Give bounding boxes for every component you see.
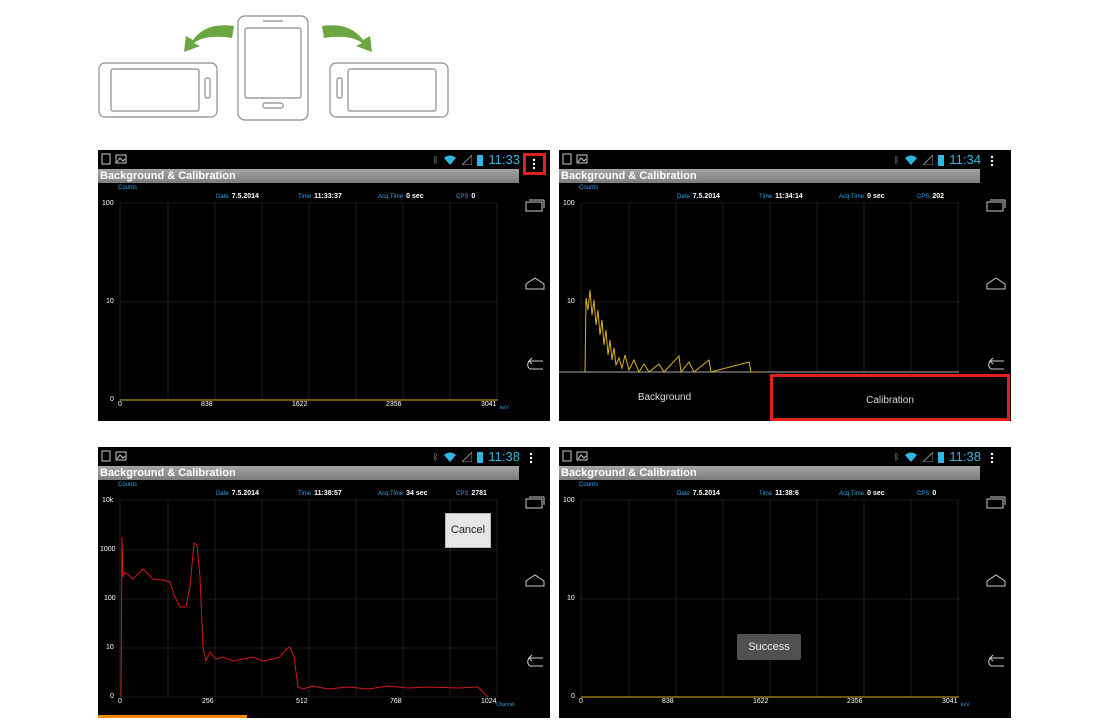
x-tick: 3041 (942, 698, 958, 705)
y-tick: 0 (110, 396, 114, 403)
acq-time-field: Acq.Time 0 sec (839, 193, 885, 200)
y-tick: 100 (563, 200, 575, 207)
menu-item-calibration[interactable]: Calibration (770, 374, 1010, 421)
date-field: Date 7.5.2014 (677, 193, 720, 200)
y-tick: 10 (106, 298, 114, 305)
y-tick: 10 (567, 298, 575, 305)
screen-1-idle: ᛒ 11:33 Background & Calibration Counts D… (98, 150, 550, 421)
options-menu: Background Calibration (559, 374, 1010, 421)
time-field: Time 11:38:57 (298, 490, 342, 497)
menu-item-background[interactable]: Background (559, 374, 770, 421)
cps-field: CPS 2781 (456, 490, 487, 497)
x-tick: 512 (296, 698, 308, 705)
x-tick: 256 (202, 698, 214, 705)
counts-label: Counts (579, 482, 599, 488)
spectrum-chart (119, 499, 498, 698)
x-tick: 1024 (481, 698, 497, 705)
success-toast: Success (737, 634, 801, 660)
y-tick: 10 (567, 595, 575, 602)
date-field: Date 7.5.2014 (216, 490, 259, 497)
y-tick: 1000 (100, 546, 116, 553)
screen-2-menu: ᛒ 11:34 Background & Calibration Counts D… (559, 150, 1011, 421)
y-tick: 0 (571, 693, 575, 700)
x-unit: keV (500, 405, 509, 411)
x-unit: keV (961, 702, 970, 708)
x-tick: 768 (390, 698, 402, 705)
y-tick: 100 (563, 497, 575, 504)
counts-label: Counts (118, 482, 138, 488)
y-tick: 0 (110, 693, 114, 700)
rotate-right-arrow-icon (322, 25, 372, 52)
cancel-button[interactable]: Cancel (445, 513, 491, 548)
spectrum-chart (119, 202, 498, 401)
counts-label: Counts (118, 185, 138, 191)
x-unit: Channel (496, 702, 515, 708)
y-tick: 100 (104, 595, 116, 602)
time-field: Time 11:38:6 (759, 490, 799, 497)
spectrum-chart (580, 499, 959, 698)
acq-time-field: Acq.Time 0 sec (839, 490, 885, 497)
x-tick: 838 (201, 401, 213, 408)
time-field: Time 11:33:37 (298, 193, 342, 200)
acquisition-progress (98, 715, 248, 718)
rotation-illustration (98, 15, 449, 121)
x-tick: 0 (118, 698, 122, 705)
cps-field: CPS 0 (456, 193, 476, 200)
x-tick: 838 (662, 698, 674, 705)
rotate-left-arrow-icon (184, 25, 234, 52)
x-tick: 1622 (292, 401, 308, 408)
x-tick: 0 (118, 401, 122, 408)
time-field: Time 11:34:14 (759, 193, 803, 200)
counts-label: Counts (579, 185, 599, 191)
screen-3-acquiring: ᛒ 11:38 Background & Calibration Counts D… (98, 447, 550, 718)
date-field: Date 7.5.2014 (216, 193, 259, 200)
x-tick: 3041 (481, 401, 497, 408)
acq-time-field: Acq.Time 34 sec (378, 490, 428, 497)
cps-field: CPS 0 (917, 490, 937, 497)
x-tick: 2356 (847, 698, 863, 705)
date-field: Date 7.5.2014 (677, 490, 720, 497)
acq-time-field: Acq.Time 0 sec (378, 193, 424, 200)
x-tick: 1622 (753, 698, 769, 705)
cps-field: CPS 202 (917, 193, 945, 200)
x-tick: 0 (579, 698, 583, 705)
screen-4-success: ᛒ 11:38 Background & Calibration Counts D… (559, 447, 1011, 718)
x-tick: 2356 (386, 401, 402, 408)
y-tick: 10 (106, 644, 114, 651)
y-tick: 10k (102, 497, 114, 504)
y-tick: 100 (102, 200, 114, 207)
